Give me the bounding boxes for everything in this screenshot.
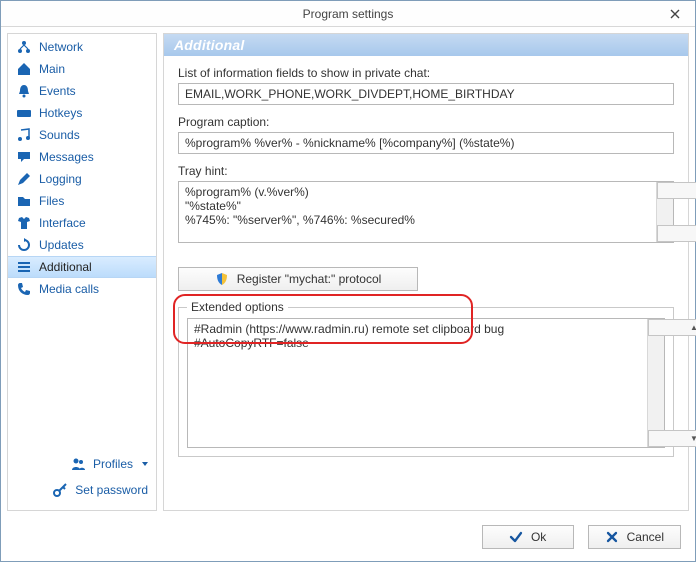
ext-textarea[interactable]: #Radmin (https://www.radmin.ru) remote s… (187, 318, 665, 448)
ext-scrollbar: ▲ ▼ (647, 319, 664, 447)
people-icon (70, 456, 86, 472)
home-icon (16, 61, 32, 77)
nav-label: Media calls (39, 282, 99, 296)
phone-icon (16, 281, 32, 297)
profiles-dropdown[interactable]: Profiles (70, 456, 148, 472)
nav-interface[interactable]: Interface (8, 212, 156, 234)
tray-group: Tray hint: %program% (v.%ver%) "%state%"… (178, 164, 674, 243)
profiles-label: Profiles (93, 457, 133, 471)
nav-label: Interface (39, 216, 86, 230)
nav-label: Sounds (39, 128, 80, 142)
ext-legend: Extended options (187, 300, 288, 314)
folder-icon (16, 193, 32, 209)
nav-sounds[interactable]: Sounds (8, 124, 156, 146)
panel-title: Additional (164, 34, 688, 56)
nav-files[interactable]: Files (8, 190, 156, 212)
ok-button[interactable]: Ok (482, 525, 574, 549)
window-title: Program settings (303, 7, 394, 21)
nav-hotkeys[interactable]: Hotkeys (8, 102, 156, 124)
nav-label: Additional (39, 260, 92, 274)
chat-icon (16, 149, 32, 165)
caption-group: Program caption: (178, 115, 674, 154)
fields-label: List of information fields to show in pr… (178, 66, 674, 80)
sidebar: Network Main Events Hotkeys Sounds Messa (7, 33, 157, 511)
refresh-icon (16, 237, 32, 253)
close-button[interactable] (661, 1, 689, 26)
list-icon (16, 259, 32, 275)
nav-label: Network (39, 40, 83, 54)
sidebar-footer: Profiles Set password (8, 450, 156, 510)
caption-input[interactable] (178, 132, 674, 154)
nav-label: Events (39, 84, 76, 98)
tray-textarea[interactable]: %program% (v.%ver%) "%state%" %745%: "%s… (178, 181, 674, 243)
keyboard-icon (16, 105, 32, 121)
register-protocol-button[interactable]: Register "mychat:" protocol (178, 267, 418, 291)
ext-value: #Radmin (https://www.radmin.ru) remote s… (188, 319, 647, 447)
check-icon (509, 530, 523, 544)
cancel-button[interactable]: Cancel (588, 525, 681, 549)
network-icon (16, 39, 32, 55)
set-password-link[interactable]: Set password (52, 482, 148, 498)
nav-logging[interactable]: Logging (8, 168, 156, 190)
nav-label: Logging (39, 172, 82, 186)
nav-network[interactable]: Network (8, 36, 156, 58)
x-icon (605, 530, 619, 544)
nav-main[interactable]: Main (8, 58, 156, 80)
key-icon (52, 482, 68, 498)
nav-label: Main (39, 62, 65, 76)
tray-label: Tray hint: (178, 164, 674, 178)
nav-additional[interactable]: Additional (8, 256, 156, 278)
nav-list: Network Main Events Hotkeys Sounds Messa (8, 34, 156, 302)
nav-label: Files (39, 194, 64, 208)
cancel-label: Cancel (627, 530, 664, 544)
scroll-down-button[interactable]: ▼ (657, 225, 696, 242)
nav-updates[interactable]: Updates (8, 234, 156, 256)
bell-icon (16, 83, 32, 99)
register-label: Register "mychat:" protocol (237, 272, 382, 286)
shield-icon (215, 272, 229, 286)
scroll-down-button[interactable]: ▼ (648, 430, 696, 447)
chevron-down-icon (142, 462, 148, 466)
action-bar: Ok Cancel (1, 517, 695, 561)
pencil-icon (16, 171, 32, 187)
ok-label: Ok (531, 530, 546, 544)
nav-media-calls[interactable]: Media calls (8, 278, 156, 300)
music-icon (16, 127, 32, 143)
nav-label: Messages (39, 150, 94, 164)
nav-label: Updates (39, 238, 84, 252)
fields-group: List of information fields to show in pr… (178, 66, 674, 105)
titlebar: Program settings (1, 1, 695, 27)
set-password-label: Set password (75, 483, 148, 497)
nav-events[interactable]: Events (8, 80, 156, 102)
scroll-up-button[interactable]: ▲ (648, 319, 696, 336)
scroll-up-button[interactable]: ▲ (657, 182, 696, 199)
caption-label: Program caption: (178, 115, 674, 129)
fields-input[interactable] (178, 83, 674, 105)
tray-value: %program% (v.%ver%) "%state%" %745%: "%s… (179, 182, 656, 242)
nav-messages[interactable]: Messages (8, 146, 156, 168)
nav-label: Hotkeys (39, 106, 82, 120)
tray-scrollbar: ▲ ▼ (656, 182, 673, 242)
panel: Additional List of information fields to… (163, 33, 689, 511)
extended-options-fieldset: Extended options #Radmin (https://www.ra… (178, 307, 674, 457)
shirt-icon (16, 215, 32, 231)
